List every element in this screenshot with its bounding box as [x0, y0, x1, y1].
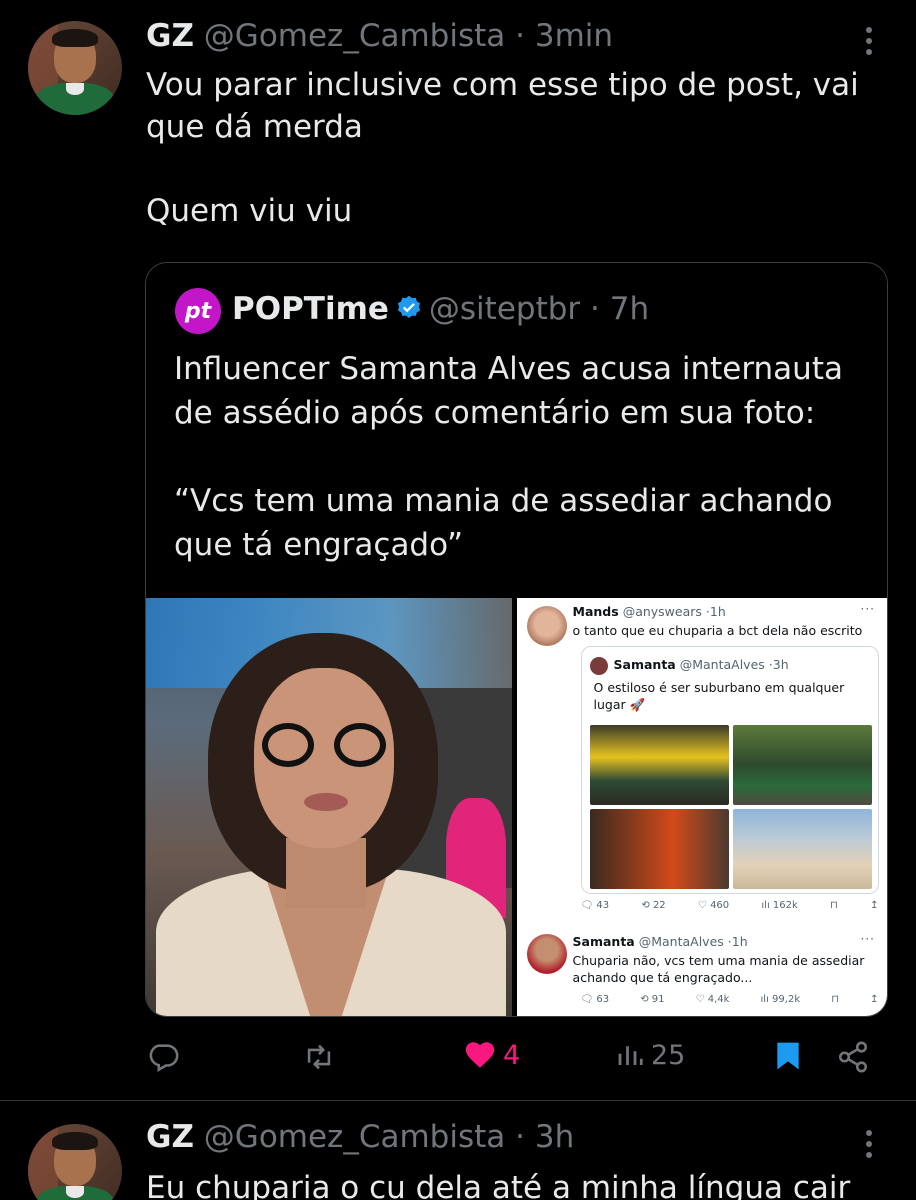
retweet-icon: [307, 1044, 331, 1070]
verified-icon: [397, 295, 420, 318]
reply-header: Mands @anyswears ·1h: [572, 604, 726, 619]
reply-text: o tanto que eu chuparia a bct dela não e…: [572, 623, 863, 638]
share-button[interactable]: [836, 1040, 870, 1074]
author-handle[interactable]: @Gomez_Cambista: [204, 1119, 505, 1155]
reply-stats: 🗨 63 ⟲ 91 ♡ 4,4k ılı 99,2k ⊓ ↥: [580, 994, 879, 1005]
more-icon[interactable]: [862, 1130, 876, 1158]
views-button[interactable]: 25: [615, 1038, 685, 1072]
bookmark-icon: [777, 1042, 799, 1070]
like-count: 4: [503, 1039, 521, 1071]
tweet-actions: 4 25: [146, 1036, 876, 1080]
quoted-media[interactable]: Mands @anyswears ·1h ··· o tanto que eu …: [146, 598, 887, 1016]
reply-stats: 🗨 43 ⟲ 22 ♡ 460 ılı 162k ⊓ ↥: [580, 900, 879, 911]
separator: ·: [590, 291, 600, 327]
reply-header: Samanta @MantaAlves ·1h: [572, 934, 748, 949]
poptime-logo[interactable]: pt: [175, 288, 221, 334]
avatar: [526, 934, 567, 974]
tweet-text: Vou parar inclusive com esse tipo de pos…: [146, 67, 859, 229]
inner-quoted-tweet: Samanta @MantaAlves ·3h O estiloso é ser…: [580, 646, 879, 894]
more-icon[interactable]: [862, 27, 876, 55]
author-name[interactable]: GZ: [146, 1119, 194, 1155]
quoted-header: POPTime @siteptbr · 7h: [232, 291, 649, 327]
separator: ·: [515, 18, 525, 54]
quoted-author-handle[interactable]: @siteptbr: [429, 291, 580, 327]
avatar: [589, 657, 608, 675]
quoted-text: Influencer Samanta Alves acusa internaut…: [174, 351, 843, 563]
influencer-photo[interactable]: [146, 598, 512, 1016]
inner-header: Samanta @MantaAlves ·3h: [613, 657, 789, 672]
views-icon: [618, 1046, 643, 1065]
author-name[interactable]: GZ: [146, 18, 194, 54]
reply-text: Chuparia não, vcs tem uma mania de assed…: [572, 953, 865, 985]
comment-screenshot[interactable]: Mands @anyswears ·1h ··· o tanto que eu …: [516, 598, 887, 1016]
more-icon: ···: [860, 932, 875, 946]
author-handle[interactable]: @Gomez_Cambista: [204, 18, 505, 54]
separator: ·: [515, 1119, 525, 1155]
reply-button[interactable]: [146, 1040, 180, 1074]
photo-grid: [589, 725, 872, 889]
tweet-header: GZ @Gomez_Cambista · 3h: [146, 1119, 574, 1155]
bookmark-button[interactable]: [772, 1038, 804, 1074]
quoted-tweet[interactable]: pt POPTime @siteptbr · 7h Influencer Sama…: [145, 262, 888, 1017]
inner-text: O estiloso é ser suburbano em qualquer l…: [593, 680, 845, 712]
views-count: 25: [651, 1039, 686, 1071]
share-icon: [838, 1041, 868, 1073]
more-icon: ···: [860, 602, 875, 616]
quoted-author-name[interactable]: POPTime: [232, 291, 389, 327]
avatar: [526, 606, 567, 646]
timestamp[interactable]: 3h: [535, 1119, 574, 1155]
tweet-header: GZ @Gomez_Cambista · 3min: [146, 18, 613, 54]
tweet-text: Eu chuparia o cu dela até a minha língua…: [146, 1170, 851, 1200]
tweet[interactable]: GZ @Gomez_Cambista · 3h Eu chuparia o cu…: [0, 1101, 916, 1200]
like-icon: [465, 1042, 495, 1068]
timestamp[interactable]: 3min: [535, 18, 613, 54]
retweet-button[interactable]: [301, 1040, 337, 1074]
quoted-timestamp[interactable]: 7h: [610, 291, 649, 327]
tweet[interactable]: GZ @Gomez_Cambista · 3min Vou parar incl…: [0, 0, 916, 1100]
avatar[interactable]: [28, 21, 122, 115]
reply-icon: [149, 1044, 179, 1073]
like-button[interactable]: 4: [463, 1038, 520, 1072]
avatar[interactable]: [28, 1124, 122, 1200]
